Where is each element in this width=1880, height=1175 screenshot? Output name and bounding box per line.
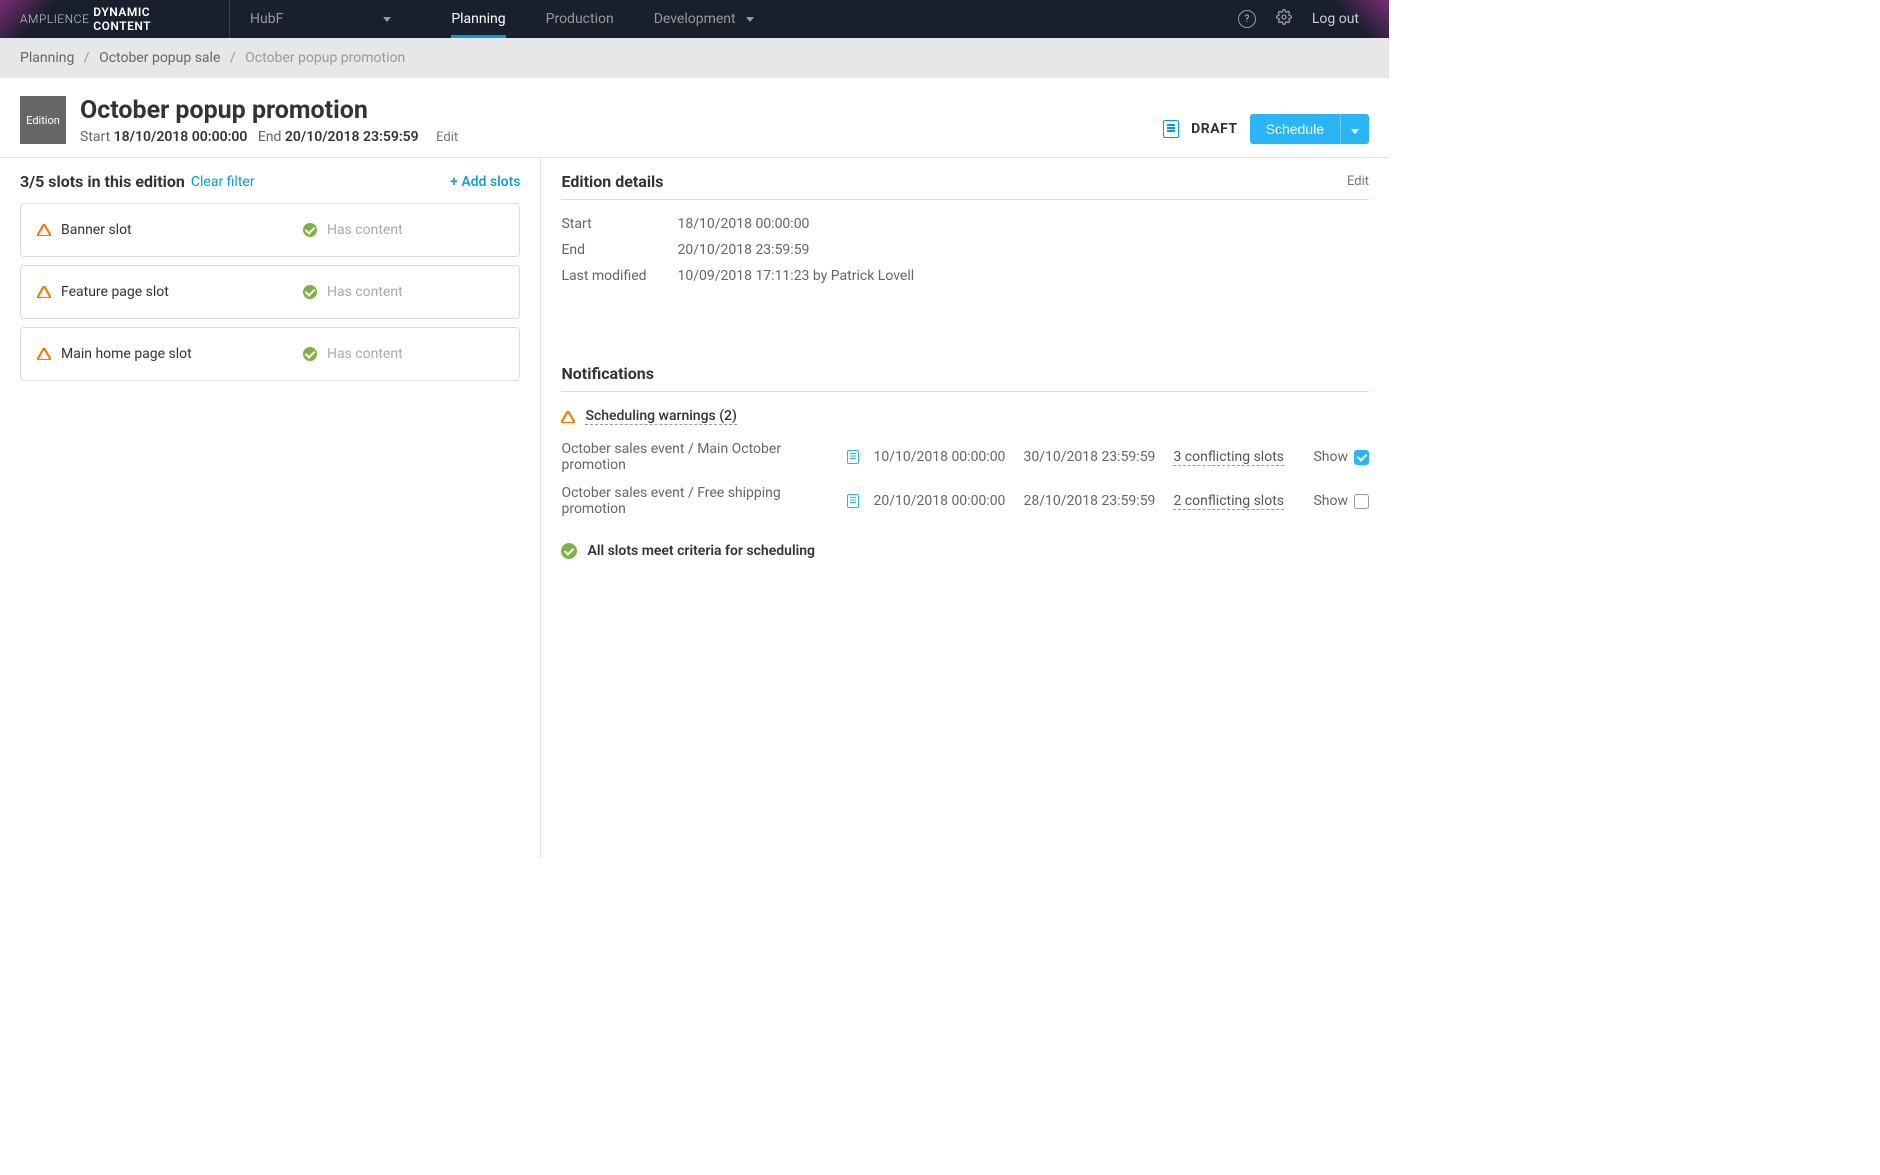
slot-card[interactable]: Main home page slot Has content <box>20 327 520 381</box>
show-checkbox[interactable] <box>1354 450 1369 465</box>
date-line: Start 18/10/2018 00:00:00 End 20/10/2018… <box>80 129 1163 145</box>
schedule-button[interactable]: Schedule <box>1250 114 1340 144</box>
crumb-parent[interactable]: October popup sale <box>99 50 220 66</box>
warning-triangle-icon <box>561 411 575 423</box>
all-slots-ok: All slots meet criteria for scheduling <box>561 539 1369 559</box>
warning-start: 20/10/2018 00:00:00 <box>873 493 1023 509</box>
tab-development[interactable]: Development <box>634 0 774 38</box>
detail-value: 20/10/2018 23:59:59 <box>677 242 809 258</box>
edition-badge: Edition <box>20 96 66 144</box>
document-icon <box>847 494 859 508</box>
schedule-button-group: Schedule <box>1250 114 1369 144</box>
slot-status: Has content <box>327 346 403 362</box>
add-slots-link[interactable]: + Add slots <box>450 174 520 190</box>
slot-card[interactable]: Banner slot Has content <box>20 203 520 257</box>
caret-down-icon <box>1351 129 1359 134</box>
warning-end: 28/10/2018 23:59:59 <box>1023 493 1173 509</box>
hub-selector[interactable]: HubF <box>230 11 411 27</box>
tab-planning[interactable]: Planning <box>431 0 525 38</box>
conflict-link[interactable]: 3 conflicting slots <box>1173 449 1284 466</box>
detail-row: Last modified10/09/2018 17:11:23 by Patr… <box>561 268 1369 284</box>
slots-title: 3/5 slots in this edition <box>20 172 185 191</box>
help-icon[interactable]: ? <box>1238 10 1256 28</box>
check-circle-icon <box>561 543 577 559</box>
scheduling-warnings-header: Scheduling warnings (2) <box>561 408 1369 425</box>
slot-name: Main home page slot <box>61 346 303 362</box>
crumb-current: October popup promotion <box>245 50 405 66</box>
details-panel: Edition details Edit Start18/10/2018 00:… <box>541 158 1389 858</box>
warning-start: 10/10/2018 00:00:00 <box>873 449 1023 465</box>
detail-value: 10/09/2018 17:11:23 by Patrick Lovell <box>677 268 914 284</box>
crumb-planning[interactable]: Planning <box>20 50 74 66</box>
status-badge: DRAFT <box>1191 121 1237 137</box>
detail-label: Start <box>561 216 677 232</box>
settings-icon[interactable] <box>1276 9 1292 29</box>
warning-end: 30/10/2018 23:59:59 <box>1023 449 1173 465</box>
edit-dates-link[interactable]: Edit <box>436 130 458 145</box>
document-icon <box>847 450 859 464</box>
tab-production[interactable]: Production <box>526 0 634 38</box>
notifications-title: Notifications <box>561 364 654 383</box>
nav-tabs: Planning Production Development <box>431 0 773 38</box>
detail-row: Start18/10/2018 00:00:00 <box>561 216 1369 232</box>
show-checkbox[interactable] <box>1354 494 1369 509</box>
warning-triangle-icon <box>37 224 51 236</box>
warning-triangle-icon <box>37 286 51 298</box>
slot-card[interactable]: Feature page slot Has content <box>20 265 520 319</box>
warning-row: October sales event / Free shipping prom… <box>561 479 1369 523</box>
conflict-link[interactable]: 2 conflicting slots <box>1173 493 1284 510</box>
slot-name: Feature page slot <box>61 284 303 300</box>
warning-row: October sales event / Main October promo… <box>561 435 1369 479</box>
brand-bold: DYNAMIC CONTENT <box>93 5 209 33</box>
brand-thin: AMPLIENCE <box>20 12 89 26</box>
check-circle-icon <box>303 285 317 299</box>
slot-status: Has content <box>327 222 403 238</box>
logout-link[interactable]: Log out <box>1312 11 1359 27</box>
warning-path[interactable]: October sales event / Main October promo… <box>561 441 847 473</box>
clear-filter-link[interactable]: Clear filter <box>191 174 255 190</box>
check-circle-icon <box>303 223 317 237</box>
edition-details-title: Edition details <box>561 172 663 191</box>
edit-details-link[interactable]: Edit <box>1347 174 1369 189</box>
warning-path[interactable]: October sales event / Free shipping prom… <box>561 485 847 517</box>
page-title: October popup promotion <box>80 96 1163 125</box>
warning-triangle-icon <box>37 348 51 360</box>
breadcrumb: Planning / October popup sale / October … <box>0 38 1389 78</box>
caret-down-icon <box>383 17 391 22</box>
show-label: Show <box>1313 449 1348 465</box>
brand-logo: AMPLIENCE DYNAMIC CONTENT <box>0 0 230 38</box>
slot-name: Banner slot <box>61 222 303 238</box>
caret-down-icon <box>746 17 754 22</box>
scheduling-warnings-link[interactable]: Scheduling warnings (2) <box>585 408 736 425</box>
page-header: Edition October popup promotion Start 18… <box>0 78 1389 158</box>
check-circle-icon <box>303 347 317 361</box>
document-icon <box>1163 120 1179 138</box>
detail-row: End20/10/2018 23:59:59 <box>561 242 1369 258</box>
slot-status: Has content <box>327 284 403 300</box>
schedule-dropdown-button[interactable] <box>1340 114 1369 144</box>
detail-label: End <box>561 242 677 258</box>
top-nav: AMPLIENCE DYNAMIC CONTENT HubF Planning … <box>0 0 1389 38</box>
detail-label: Last modified <box>561 268 677 284</box>
hub-name: HubF <box>250 11 283 27</box>
slots-panel: 3/5 slots in this edition Clear filter +… <box>0 158 541 858</box>
show-label: Show <box>1313 493 1348 509</box>
detail-value: 18/10/2018 00:00:00 <box>677 216 809 232</box>
